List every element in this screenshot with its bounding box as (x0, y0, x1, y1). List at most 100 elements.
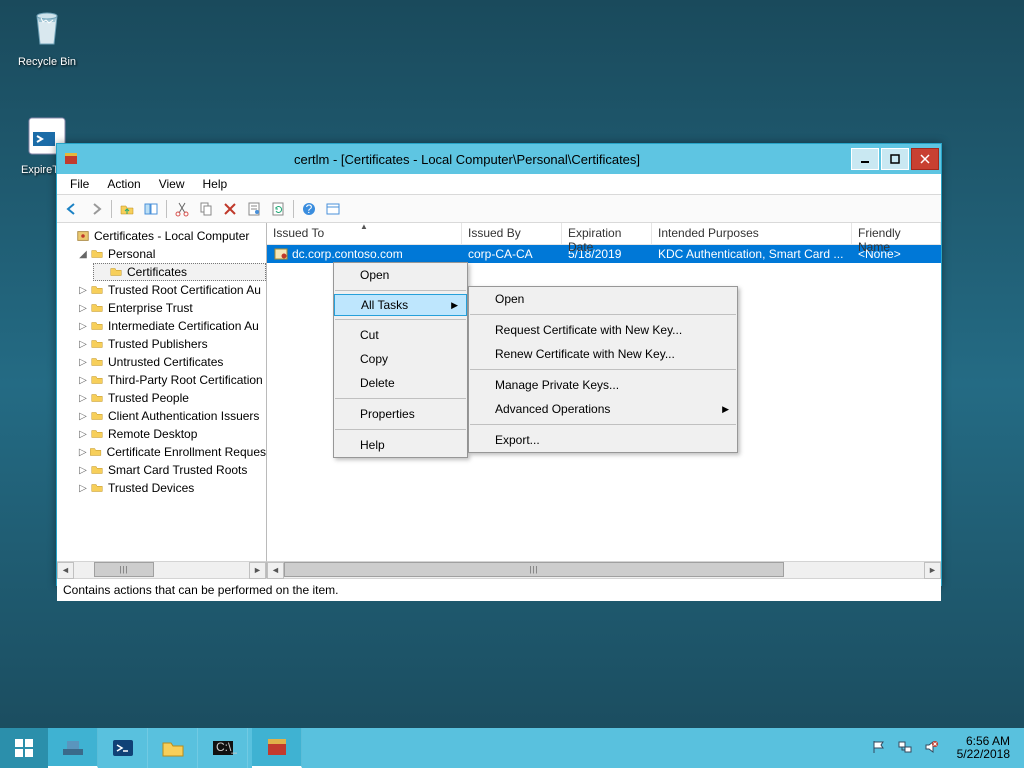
tree-item[interactable]: ▷Trusted People (75, 389, 266, 407)
recycle-bin-icon (23, 4, 71, 52)
menu-action[interactable]: Action (98, 174, 149, 194)
certlm-app-icon (63, 151, 79, 167)
taskbar-certlm[interactable] (252, 728, 302, 768)
col-friendly[interactable]: Friendly Name (852, 223, 941, 244)
desktop-icon-label: Recycle Bin (18, 56, 76, 68)
ctx-help[interactable]: Help (334, 433, 467, 457)
sub-renew-new-key[interactable]: Renew Certificate with New Key... (469, 342, 737, 366)
menu-view[interactable]: View (150, 174, 194, 194)
menu-separator (470, 314, 736, 315)
ctx-properties[interactable]: Properties (334, 402, 467, 426)
tree-item[interactable]: ▷Remote Desktop (75, 425, 266, 443)
taskbar-explorer[interactable] (148, 728, 198, 768)
menu-bar: File Action View Help (57, 174, 941, 195)
status-bar: Contains actions that can be performed o… (57, 578, 941, 601)
tree-item[interactable]: ▷Smart Card Trusted Roots (75, 461, 266, 479)
ctx-copy[interactable]: Copy (334, 347, 467, 371)
col-issued-by[interactable]: Issued By (462, 223, 562, 244)
tree-item[interactable]: ▷Untrusted Certificates (75, 353, 266, 371)
tray-network-icon[interactable] (897, 739, 913, 758)
col-purposes[interactable]: Intended Purposes (652, 223, 852, 244)
copy-button[interactable] (195, 198, 217, 220)
taskbar-cmd[interactable]: C:\_ (198, 728, 248, 768)
tray-volume-icon[interactable] (923, 739, 939, 758)
menu-separator (335, 429, 466, 430)
col-expiration[interactable]: Expiration Date (562, 223, 652, 244)
tree-item[interactable]: ▷Trusted Publishers (75, 335, 266, 353)
certificate-icon (273, 246, 289, 262)
sub-request-new-key[interactable]: Request Certificate with New Key... (469, 318, 737, 342)
properties-button[interactable] (243, 198, 265, 220)
tree-root[interactable]: Certificates - Local Computer (61, 227, 266, 245)
menu-separator (335, 290, 466, 291)
scroll-right-icon[interactable]: ► (249, 562, 266, 579)
cut-button[interactable] (171, 198, 193, 220)
minimize-button[interactable] (851, 148, 879, 170)
sub-open[interactable]: Open (469, 287, 737, 311)
sort-indicator-icon: ▲ (360, 222, 368, 231)
delete-button[interactable] (219, 198, 241, 220)
tree-item[interactable]: ▷Trusted Root Certification Au (75, 281, 266, 299)
menu-file[interactable]: File (61, 174, 98, 194)
taskbar: C:\_ 6:56 AM 5/22/2018 (0, 728, 1024, 768)
taskbar-server-manager[interactable] (48, 728, 98, 768)
export-list-button[interactable] (322, 198, 344, 220)
scroll-thumb[interactable]: ||| (284, 562, 784, 577)
menu-separator (470, 424, 736, 425)
scroll-left-icon[interactable]: ◄ (57, 562, 74, 579)
console-tree[interactable]: Certificates - Local Computer ◢Personal … (57, 223, 267, 561)
windows-logo-icon (13, 737, 35, 759)
tree-certificates[interactable]: Certificates (93, 263, 266, 281)
ctx-open[interactable]: Open (334, 263, 467, 287)
scroll-thumb[interactable]: ||| (94, 562, 154, 577)
context-submenu-all-tasks: Open Request Certificate with New Key...… (468, 286, 738, 453)
ctx-delete[interactable]: Delete (334, 371, 467, 395)
cert-row[interactable]: dc.corp.contoso.com corp-CA-CA 5/18/2019… (267, 245, 941, 263)
menu-separator (335, 398, 466, 399)
sub-export[interactable]: Export... (469, 428, 737, 452)
taskbar-powershell[interactable] (98, 728, 148, 768)
maximize-button[interactable] (881, 148, 909, 170)
svg-text:?: ? (306, 202, 313, 216)
start-button[interactable] (0, 728, 48, 768)
submenu-arrow-icon: ▶ (451, 300, 458, 311)
refresh-button[interactable] (267, 198, 289, 220)
col-issued-to[interactable]: Issued To▲ (267, 223, 462, 244)
list-hscroll[interactable]: ◄ ||| ► (267, 561, 941, 578)
help-button[interactable]: ? (298, 198, 320, 220)
sub-advanced-operations[interactable]: Advanced Operations▶ (469, 397, 737, 421)
toolbar-separator (166, 200, 167, 218)
show-hide-tree-button[interactable] (140, 198, 162, 220)
tree-item[interactable]: ▷Third-Party Root Certification (75, 371, 266, 389)
toolbar-separator (111, 200, 112, 218)
svg-text:C:\_: C:\_ (216, 740, 237, 754)
tree-item[interactable]: ▷Intermediate Certification Au (75, 317, 266, 335)
tray-clock[interactable]: 6:56 AM 5/22/2018 (949, 735, 1018, 761)
scroll-right-icon[interactable]: ► (924, 562, 941, 579)
menu-help[interactable]: Help (194, 174, 237, 194)
tree-item[interactable]: ▷Trusted Devices (75, 479, 266, 497)
system-tray: 6:56 AM 5/22/2018 (865, 728, 1024, 768)
tree-personal[interactable]: ◢Personal (75, 245, 266, 263)
desktop-icon-recycle-bin[interactable]: Recycle Bin (10, 4, 84, 68)
close-button[interactable] (911, 148, 939, 170)
tree-item[interactable]: ▷Enterprise Trust (75, 299, 266, 317)
up-button[interactable] (116, 198, 138, 220)
tree-item[interactable]: ▷Certificate Enrollment Reques (75, 443, 266, 461)
ctx-all-tasks[interactable]: All Tasks▶ (334, 294, 467, 316)
toolbar-separator (293, 200, 294, 218)
column-headers: Issued To▲ Issued By Expiration Date Int… (267, 223, 941, 245)
ctx-cut[interactable]: Cut (334, 323, 467, 347)
window-titlebar[interactable]: certlm - [Certificates - Local Computer\… (57, 144, 941, 174)
tray-flag-icon[interactable] (871, 739, 887, 758)
forward-button[interactable] (85, 198, 107, 220)
menu-separator (470, 369, 736, 370)
menu-separator (335, 319, 466, 320)
scroll-left-icon[interactable]: ◄ (267, 562, 284, 579)
back-button[interactable] (61, 198, 83, 220)
sub-manage-private-keys[interactable]: Manage Private Keys... (469, 373, 737, 397)
tree-hscroll[interactable]: ◄ ||| ► (57, 561, 267, 578)
submenu-arrow-icon: ▶ (722, 404, 729, 415)
toolbar: ? (57, 195, 941, 223)
tree-item[interactable]: ▷Client Authentication Issuers (75, 407, 266, 425)
